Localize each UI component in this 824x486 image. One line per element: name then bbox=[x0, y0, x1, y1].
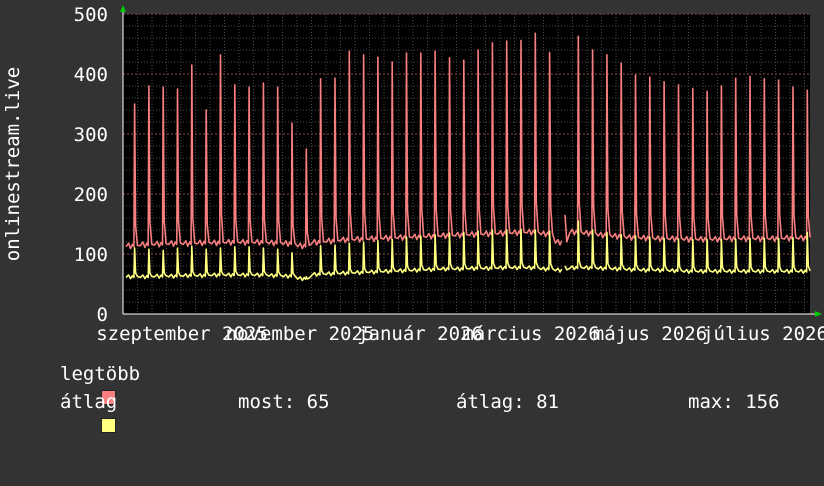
stat-max: max: 156 bbox=[688, 391, 780, 413]
y-axis-arrow bbox=[120, 5, 126, 12]
x-tick-label: március 2026 bbox=[462, 323, 599, 345]
legend-label-avg: átlag bbox=[60, 391, 118, 413]
stat-average: átlag: 81 bbox=[456, 391, 559, 413]
x-tick-label: november 2025 bbox=[226, 323, 375, 345]
legend-item-max: legtöbb bbox=[32, 362, 140, 405]
y-axis-label: onlinestream.live bbox=[2, 67, 24, 261]
legend: legtöbb átlag bbox=[32, 362, 140, 450]
x-tick-label: július 2026 bbox=[702, 323, 824, 345]
y-tick-label: 100 bbox=[74, 244, 108, 266]
x-axis-arrow bbox=[815, 311, 822, 317]
y-tick-label: 400 bbox=[74, 64, 108, 86]
y-tick-label: 200 bbox=[74, 184, 108, 206]
y-tick-label: 300 bbox=[74, 124, 108, 146]
y-tick-label: 500 bbox=[74, 4, 108, 26]
graph-image: 0 100 200 300 400 500 szeptember 2025 november … bbox=[0, 0, 824, 433]
legend-item-avg: átlag bbox=[32, 390, 118, 433]
legend-swatch-avg bbox=[100, 418, 116, 433]
x-tick-label: május 2026 bbox=[593, 323, 707, 345]
stat-current: most: 65 bbox=[238, 391, 330, 413]
legend-label-max: legtöbb bbox=[60, 363, 141, 385]
